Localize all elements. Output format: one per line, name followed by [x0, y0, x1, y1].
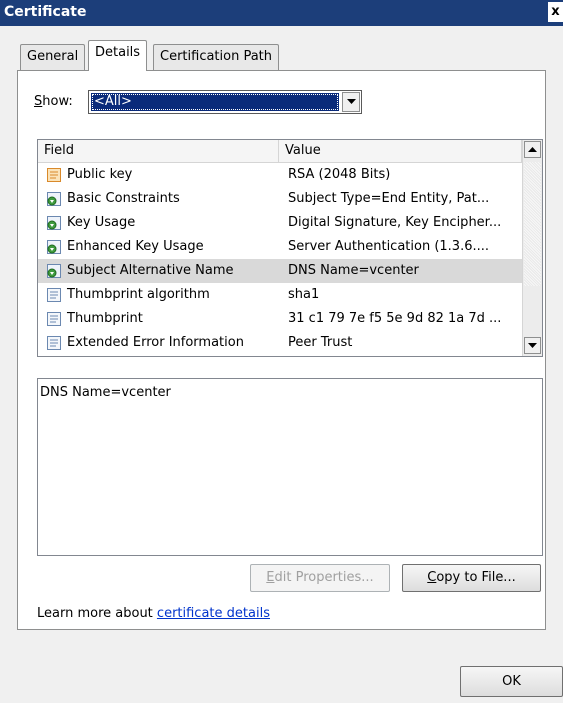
copy-to-file-accesskey: C — [427, 570, 437, 585]
show-label-text: how: — [42, 94, 73, 109]
certificate-dialog: Certificate x General Details Certificat… — [0, 0, 563, 703]
chevron-down-icon[interactable] — [342, 92, 360, 112]
show-dropdown-value: <All> — [91, 93, 339, 111]
scroll-up-arrow-icon[interactable] — [524, 141, 541, 158]
list-header: Field Value — [38, 140, 522, 163]
table-row[interactable]: Thumbprint algorithm sha1 — [38, 283, 522, 307]
extension-icon — [46, 191, 62, 207]
tab-general-label: General — [27, 49, 79, 64]
learn-more-text: Learn more about certificate details — [37, 606, 270, 621]
edit-properties-label: dit Properties... — [274, 570, 374, 585]
row-value: sha1 — [288, 287, 320, 302]
table-row[interactable]: Thumbprint 31 c1 79 7e f5 5e 9d 82 1a 7d … — [38, 307, 522, 331]
tab-general[interactable]: General — [20, 44, 86, 70]
row-field: Extended Error Information — [67, 335, 244, 350]
table-row[interactable]: Key Usage Digital Signature, Key Encipher… — [38, 211, 522, 235]
show-label: Show: — [34, 94, 73, 109]
table-row[interactable]: Public key RSA (2048 Bits) — [38, 163, 522, 187]
row-value: DNS Name=vcenter — [288, 263, 419, 278]
window-title: Certificate — [4, 4, 87, 20]
row-field: Public key — [67, 167, 133, 182]
learn-more-prefix: Learn more about — [37, 606, 157, 621]
column-header-value[interactable]: Value — [279, 140, 522, 162]
row-field: Basic Constraints — [67, 191, 180, 206]
row-value: Subject Type=End Entity, Pat... — [288, 191, 490, 206]
table-row[interactable]: Extended Error Information Peer Trust — [38, 331, 522, 355]
edit-properties-accesskey: E — [266, 570, 275, 585]
field-detail-text[interactable]: DNS Name=vcenter — [37, 378, 543, 556]
certificate-details-link[interactable]: certificate details — [157, 606, 270, 621]
table-row[interactable]: Enhanced Key Usage Server Authentication … — [38, 235, 522, 259]
list-scrollbar[interactable] — [522, 140, 542, 356]
row-value: Server Authentication (1.3.6.... — [288, 239, 490, 254]
row-value: Peer Trust — [288, 335, 353, 350]
property-icon — [46, 311, 62, 327]
scroll-down-arrow-icon[interactable] — [524, 337, 541, 354]
edit-properties-button: Edit Properties... — [250, 564, 390, 592]
property-icon — [46, 335, 62, 351]
fields-list[interactable]: Field Value Public key RSA (2048 Bits) Bas… — [37, 139, 543, 357]
table-row[interactable]: Basic Constraints Subject Type=End Entity… — [38, 187, 522, 211]
tab-details-label: Details — [95, 45, 141, 60]
row-field: Thumbprint — [67, 311, 143, 326]
copy-to-file-button[interactable]: Copy to File... — [402, 564, 541, 592]
row-value: RSA (2048 Bits) — [288, 167, 391, 182]
tab-certification-path[interactable]: Certification Path — [153, 44, 280, 70]
row-value: Digital Signature, Key Encipher... — [288, 215, 502, 230]
title-bar: Certificate x — [0, 0, 563, 26]
row-field: Subject Alternative Name — [67, 263, 234, 278]
extension-icon — [46, 263, 62, 279]
row-field: Key Usage — [67, 215, 136, 230]
scroll-thumb[interactable] — [524, 162, 541, 286]
show-dropdown[interactable]: <All> — [88, 90, 362, 114]
extension-icon — [46, 239, 62, 255]
row-value: 31 c1 79 7e f5 5e 9d 82 1a 7d ... — [288, 311, 502, 326]
tab-certification-path-label: Certification Path — [160, 49, 273, 64]
row-field: Thumbprint algorithm — [67, 287, 210, 302]
close-button[interactable]: x — [548, 2, 563, 22]
row-field: Enhanced Key Usage — [67, 239, 204, 254]
tab-details[interactable]: Details — [88, 40, 148, 71]
extension-icon — [46, 215, 62, 231]
column-header-field[interactable]: Field — [38, 140, 279, 162]
property-icon — [46, 287, 62, 303]
copy-to-file-label: opy to File... — [436, 570, 516, 585]
certificate-field-icon — [46, 167, 62, 183]
ok-button[interactable]: OK — [460, 666, 563, 697]
table-row[interactable]: Subject Alternative Name DNS Name=vcenter — [38, 259, 522, 283]
